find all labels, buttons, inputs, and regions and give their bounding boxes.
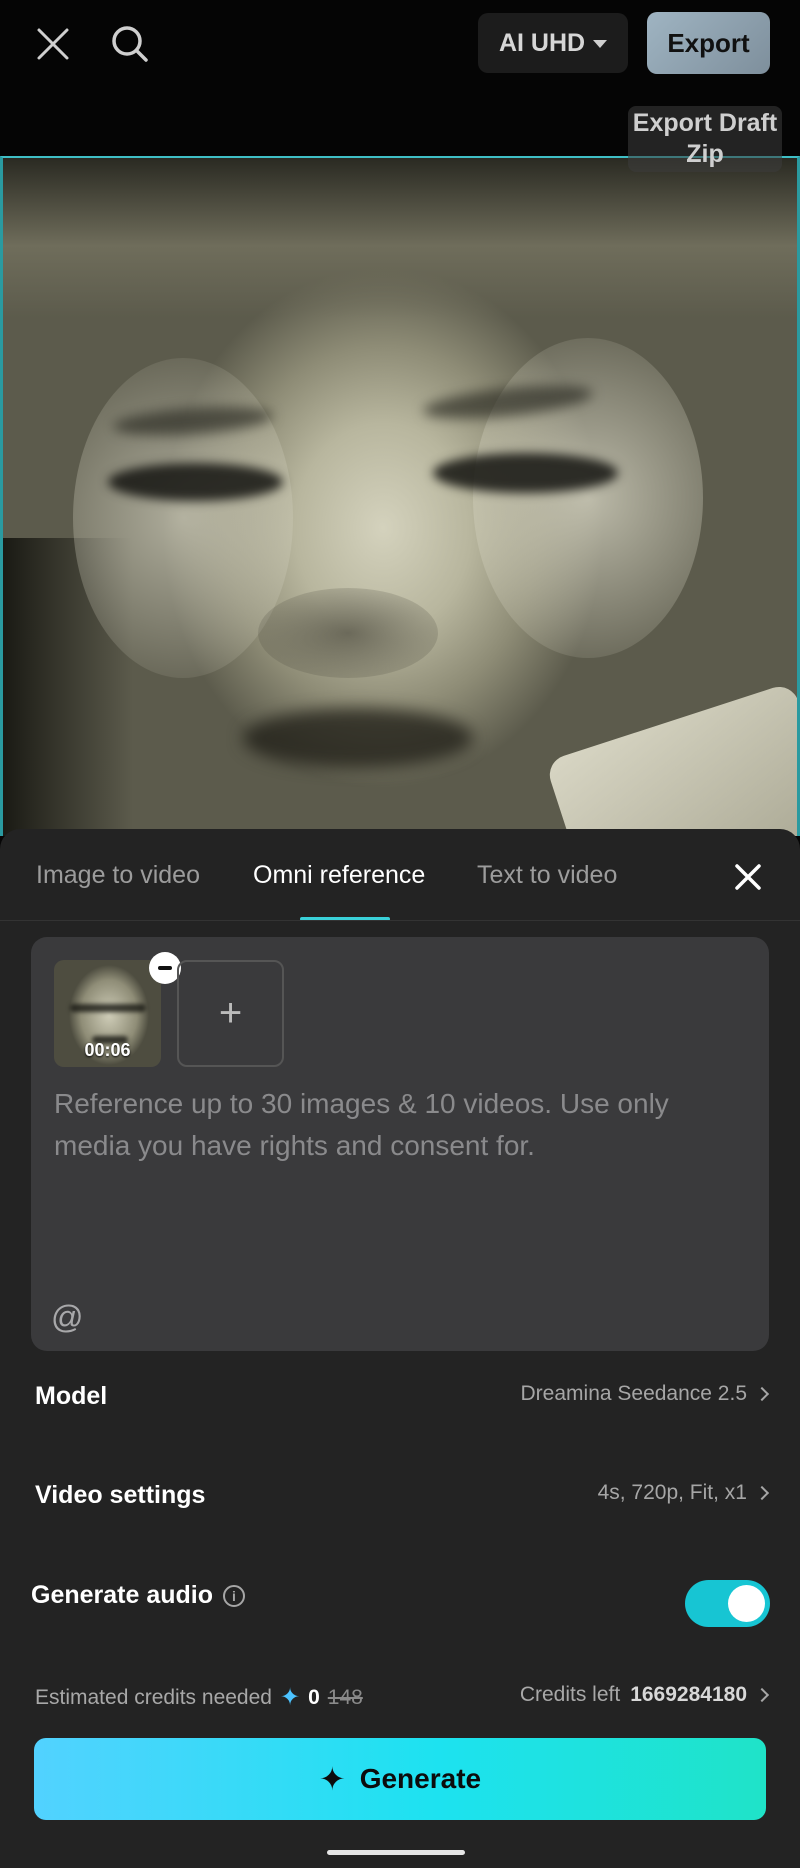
- chevron-right-icon: [754, 1485, 770, 1501]
- credits-row: Estimated credits needed ✦ 0 148 Credits…: [0, 1683, 800, 1719]
- reference-input-box[interactable]: 00:06 + Reference up to 30 images & 10 v…: [31, 937, 769, 1351]
- tab-text-to-video[interactable]: Text to video: [477, 861, 617, 890]
- generate-button[interactable]: ✦ Generate: [34, 1738, 766, 1820]
- credits-left-link[interactable]: Credits left 1669284180: [519, 1683, 770, 1707]
- generate-label: Generate: [359, 1763, 482, 1794]
- generate-audio-toggle[interactable]: [685, 1580, 770, 1627]
- credits-original-value: 148: [327, 1685, 363, 1709]
- credits-needed-value: 0: [308, 1685, 320, 1709]
- video-settings-row[interactable]: Video settings 4s, 720p, Fit, x1: [0, 1481, 800, 1541]
- credits-left-value: 1669284180: [630, 1683, 747, 1706]
- generate-audio-label: Generate audio: [31, 1581, 213, 1609]
- generate-audio-row: Generate audio i: [0, 1581, 800, 1641]
- video-settings-value: 4s, 720p, Fit, x1: [597, 1481, 747, 1504]
- mention-icon[interactable]: @: [51, 1299, 83, 1336]
- info-icon[interactable]: i: [223, 1584, 245, 1607]
- thumbnail-duration: 00:06: [84, 1040, 131, 1060]
- home-indicator: [327, 1850, 465, 1855]
- chevron-right-icon: [754, 1687, 770, 1703]
- divider: [0, 920, 800, 921]
- credits-left-label: Credits left: [519, 1683, 621, 1706]
- reference-video-thumbnail[interactable]: 00:06: [54, 960, 161, 1067]
- chevron-right-icon: [754, 1386, 770, 1402]
- generate-sheet: Image to video Omni reference Text to vi…: [0, 829, 800, 1868]
- sparkle-icon: ✦: [318, 1761, 346, 1797]
- chevron-down-icon: [593, 40, 608, 48]
- export-draft-zip-button[interactable]: Export Draft Zip: [628, 106, 782, 172]
- add-media-button[interactable]: +: [177, 960, 284, 1067]
- quality-dropdown[interactable]: AI UHD: [478, 13, 628, 73]
- video-preview[interactable]: [0, 156, 800, 836]
- model-value: Dreamina Seedance 2.5: [520, 1382, 747, 1405]
- reference-prompt-placeholder[interactable]: Reference up to 30 images & 10 videos. U…: [54, 1083, 744, 1167]
- close-icon[interactable]: [25, 16, 81, 72]
- tab-omni-reference[interactable]: Omni reference: [253, 861, 425, 890]
- credits-needed-label: Estimated credits needed: [35, 1685, 272, 1709]
- search-icon[interactable]: [102, 16, 158, 72]
- close-sheet-icon[interactable]: [726, 855, 770, 899]
- model-label: Model: [35, 1382, 108, 1410]
- credit-spark-icon: ✦: [279, 1684, 301, 1711]
- quality-label: AI UHD: [498, 28, 586, 57]
- export-button[interactable]: Export: [647, 12, 770, 74]
- model-row[interactable]: Model Dreamina Seedance 2.5: [0, 1382, 800, 1442]
- tab-image-to-video[interactable]: Image to video: [36, 861, 200, 890]
- video-settings-label: Video settings: [35, 1481, 206, 1509]
